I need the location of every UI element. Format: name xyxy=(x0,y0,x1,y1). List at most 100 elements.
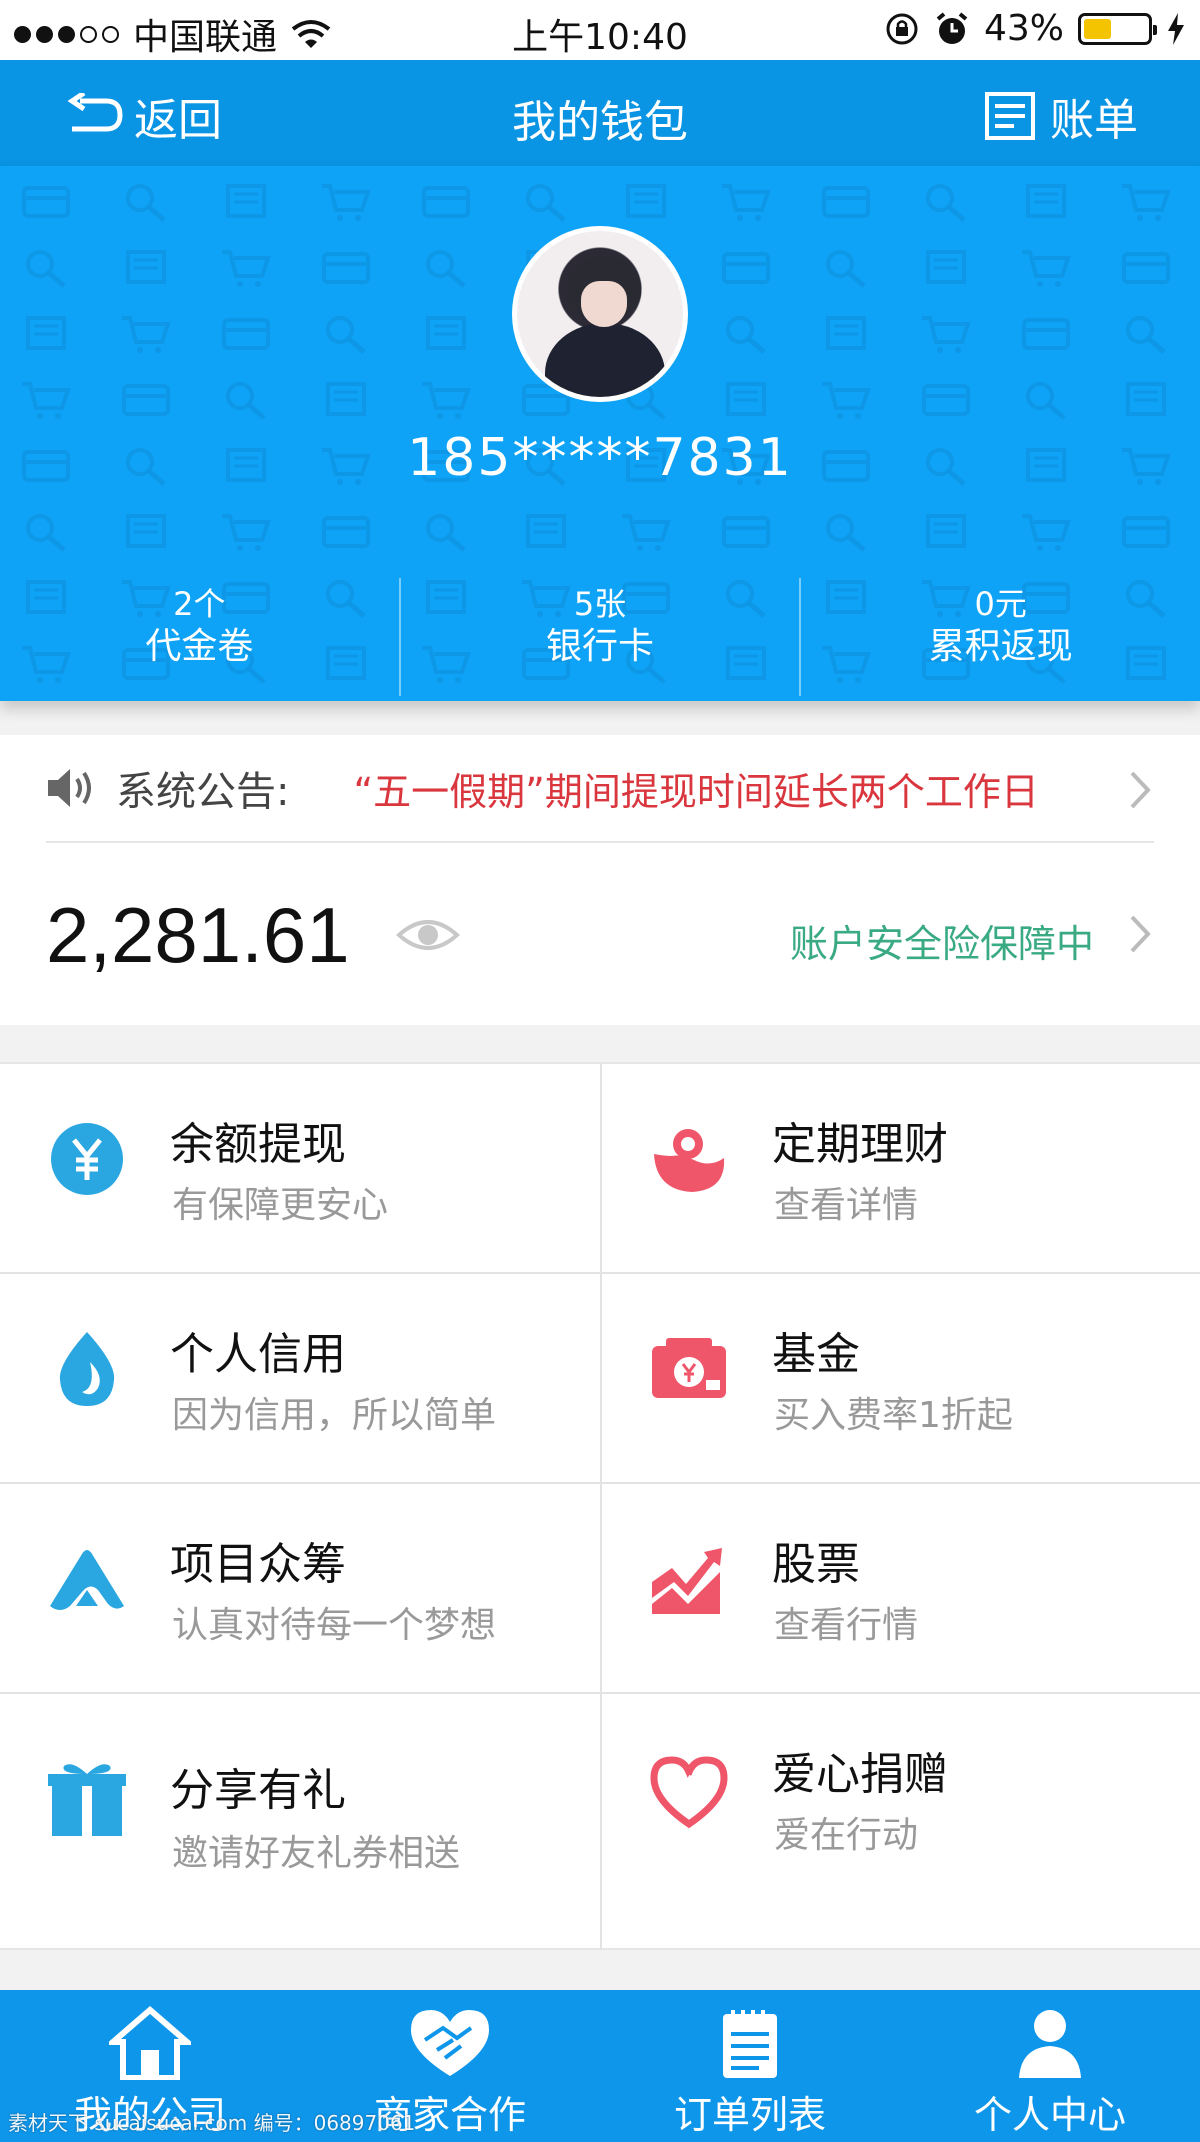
back-label: 返回 xyxy=(134,95,222,146)
rotation-lock-icon xyxy=(886,13,918,44)
pattern-tile xyxy=(26,316,66,350)
feature-withdraw[interactable]: 余额提现 有保障更安心 xyxy=(0,1064,600,1274)
feature-subtitle: 邀请好友礼券相送 xyxy=(172,1833,461,1874)
avatar[interactable] xyxy=(512,226,688,402)
stat-cashback[interactable]: 0元 累积返现 xyxy=(801,578,1200,696)
pattern-tile xyxy=(822,382,871,419)
back-button[interactable]: 返回 xyxy=(66,84,222,148)
pattern-tile xyxy=(722,516,770,548)
tab-label: 个人中心 xyxy=(973,2093,1126,2137)
pattern-tile xyxy=(222,318,270,350)
bill-label: 账单 xyxy=(1050,95,1138,146)
bill-button[interactable]: 账单 xyxy=(984,84,1138,148)
stat-bank-cards[interactable]: 5张 银行卡 xyxy=(401,578,800,696)
stat-value: 2个 xyxy=(173,585,226,623)
carrier-name: 中国联通 xyxy=(133,17,278,58)
heart-icon xyxy=(650,1756,728,1829)
system-notice[interactable]: 系统公告: “五一假期”期间提现时间延长两个工作日 xyxy=(46,735,1154,843)
balance-amount: 2,281.61 xyxy=(46,890,350,979)
pattern-tile xyxy=(26,514,66,552)
stock-chart-icon xyxy=(652,1548,722,1614)
alarm-clock-icon xyxy=(936,11,968,44)
feature-donation[interactable]: 爱心捐赠 爱在行动 xyxy=(600,1694,1200,1950)
pattern-tile xyxy=(122,384,170,416)
pattern-tile xyxy=(526,184,566,222)
pattern-tile xyxy=(322,184,371,221)
feature-subtitle: 因为信用，所以简单 xyxy=(172,1395,497,1436)
pattern-tile xyxy=(322,252,370,284)
pattern-tile xyxy=(1026,184,1066,218)
pattern-tile xyxy=(1122,252,1170,284)
pattern-tile xyxy=(822,186,870,218)
pattern-tile xyxy=(722,252,770,284)
feature-title: 爱心捐赠 xyxy=(772,1749,948,1800)
feature-title: 定期理财 xyxy=(772,1119,948,1170)
pattern-tile xyxy=(326,382,366,416)
clipboard-icon xyxy=(723,2010,777,2078)
feature-fixed-term[interactable]: 定期理财 查看详情 xyxy=(600,1064,1200,1274)
security-status[interactable]: 账户安全险保障中 xyxy=(790,913,1094,968)
feature-credit[interactable]: 个人信用 因为信用，所以简单 xyxy=(0,1274,600,1484)
feature-subtitle: 爱在行动 xyxy=(774,1815,919,1856)
feature-subtitle: 认真对待每一个梦想 xyxy=(172,1605,497,1646)
pattern-tile xyxy=(422,186,470,218)
profile-stats: 2个 代金卷 5张 银行卡 0元 累积返现 xyxy=(0,578,1200,696)
pattern-tile xyxy=(222,250,271,287)
pattern-tile xyxy=(22,186,70,218)
pattern-tile xyxy=(926,250,966,284)
pattern-tile xyxy=(222,514,271,551)
handshake-icon xyxy=(411,2010,489,2076)
pattern-tile xyxy=(726,382,766,416)
feature-grid: 余额提现 有保障更安心 定期理财 查看详情 个人信用 因为信用，所以简单 基金 … xyxy=(0,1062,1200,1950)
feature-title: 项目众筹 xyxy=(170,1539,346,1590)
pattern-tile xyxy=(126,184,166,222)
pattern-tile xyxy=(26,250,66,288)
feature-crowdfunding[interactable]: 项目众筹 认真对待每一个梦想 xyxy=(0,1484,600,1694)
pattern-tile xyxy=(1026,382,1066,420)
gift-icon xyxy=(48,1764,126,1836)
stat-label: 银行卡 xyxy=(546,626,655,667)
pattern-tile xyxy=(1122,184,1171,221)
eye-icon[interactable] xyxy=(395,915,460,955)
feature-title: 余额提现 xyxy=(170,1119,346,1170)
phone-number: 185*****7831 xyxy=(407,428,793,488)
back-arrow-icon xyxy=(67,93,123,132)
charging-bolt-icon xyxy=(1168,12,1184,45)
tab-personal-center[interactable]: 个人中心 xyxy=(900,1990,1200,2142)
signal-strength-icon xyxy=(14,25,119,43)
bill-list-icon xyxy=(985,92,1035,140)
pattern-tile xyxy=(226,382,266,420)
wifi-icon xyxy=(291,20,331,48)
wallet-card: 系统公告: “五一假期”期间提现时间延长两个工作日 2,281.61 账户安全险… xyxy=(0,735,1200,1025)
pattern-tile xyxy=(922,384,970,416)
stat-label: 代金卷 xyxy=(145,626,254,667)
feature-title: 分享有礼 xyxy=(170,1765,346,1816)
pattern-tile xyxy=(1022,514,1071,551)
feature-subtitle: 有保障更安心 xyxy=(172,1185,389,1226)
stat-label: 累积返现 xyxy=(928,626,1073,667)
stat-vouchers[interactable]: 2个 代金卷 xyxy=(0,578,399,696)
feature-share[interactable]: 分享有礼 邀请好友礼券相送 xyxy=(0,1694,600,1950)
battery-icon xyxy=(1078,12,1157,45)
pattern-tile xyxy=(1126,316,1166,354)
home-icon xyxy=(109,2006,191,2080)
status-left: 中国联通 xyxy=(14,8,331,60)
water-drop-icon xyxy=(59,1332,115,1406)
pattern-tile xyxy=(1122,516,1170,548)
status-bar: 中国联通 上午10:40 43% xyxy=(0,0,1200,60)
pattern-tile xyxy=(22,382,71,419)
feature-stocks[interactable]: 股票 查看行情 xyxy=(600,1484,1200,1694)
balance-row: 2,281.61 账户安全险保障中 xyxy=(46,855,1154,1015)
pattern-tile xyxy=(426,316,466,350)
pattern-tile xyxy=(426,514,466,552)
watermark: 素材天下 sucaisucai.com 编号：06897061 xyxy=(8,2111,416,2135)
yen-coin-icon xyxy=(51,1123,123,1195)
pattern-tile xyxy=(1022,250,1071,287)
feature-title: 个人信用 xyxy=(170,1329,346,1380)
battery-percent: 43% xyxy=(983,8,1064,49)
pattern-tile xyxy=(622,514,671,551)
tab-order-list[interactable]: 订单列表 xyxy=(600,1990,900,2142)
feature-fund[interactable]: 基金 买入费率1折起 xyxy=(600,1274,1200,1484)
nav-bar: 返回 我的钱包 账单 xyxy=(0,60,1200,166)
tab-label: 订单列表 xyxy=(673,2093,826,2137)
